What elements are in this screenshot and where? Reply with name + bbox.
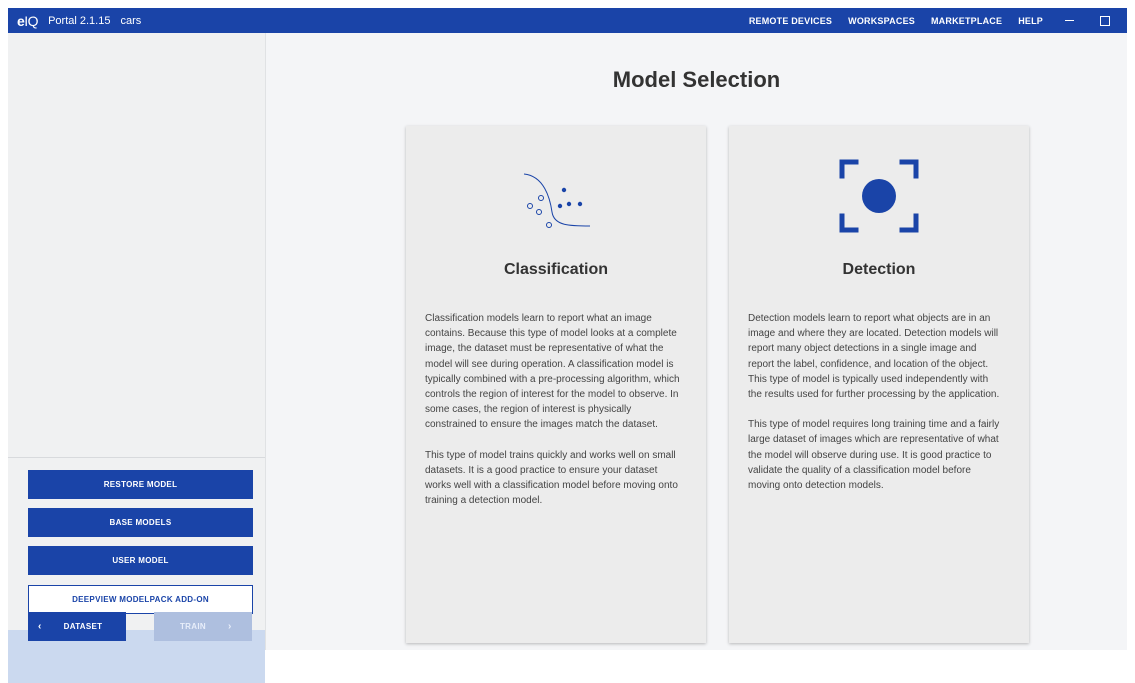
sidebar: RESTORE MODEL BASE MODELS USER MODEL DEE… (8, 33, 266, 683)
classification-description: Classification models learn to report wh… (425, 311, 680, 523)
eiq-logo: eIQ (17, 12, 39, 29)
classification-card[interactable]: Classification Classification models lea… (406, 126, 706, 643)
base-models-button[interactable]: BASE MODELS (28, 508, 253, 537)
classification-paragraph: This type of model trains quickly and wo… (425, 449, 678, 507)
page-title: Model Selection (612, 67, 781, 92)
detection-title: Detection (842, 261, 916, 278)
app-name: Portal 2.1.15 (48, 14, 111, 27)
nav-marketplace[interactable]: MARKETPLACE (931, 16, 1002, 26)
detection-paragraph: This type of model requires long trainin… (748, 419, 1000, 492)
main-content: Model Selection Classification Classific… (266, 33, 1127, 650)
user-model-button[interactable]: USER MODEL (28, 546, 253, 575)
restore-model-button[interactable]: RESTORE MODEL (28, 470, 253, 499)
nav-workspaces[interactable]: WORKSPACES (848, 16, 915, 26)
back-button-label: DATASET (63, 622, 103, 631)
sidebar-divider (8, 457, 265, 458)
back-to-dataset-button[interactable]: ‹ DATASET (28, 612, 126, 641)
nav-help[interactable]: HELP (1018, 16, 1043, 26)
classification-paragraph: Classification models learn to report wh… (425, 313, 680, 431)
chevron-right-icon: › (227, 621, 232, 632)
chevron-left-icon: ‹ (38, 621, 42, 632)
train-button[interactable]: TRAIN › (154, 612, 252, 641)
top-nav: REMOTE DEVICES WORKSPACES MARKETPLACE HE… (749, 8, 1127, 33)
project-name: cars (120, 14, 142, 27)
detection-description: Detection models learn to report what ob… (748, 311, 1003, 508)
maximize-icon (1100, 15, 1110, 26)
deepview-modelpack-addon-button[interactable]: DEEPVIEW MODELPACK ADD-ON (28, 585, 253, 614)
brand: eIQ Portal 2.1.15 cars (17, 13, 141, 29)
title-bar: eIQ Portal 2.1.15 cars REMOTE DEVICES WO… (8, 8, 1127, 33)
classification-title: Classification (503, 261, 609, 278)
train-button-label: TRAIN (180, 622, 206, 631)
detection-paragraph: Detection models learn to report what ob… (748, 313, 1000, 401)
detection-card[interactable]: Detection Detection models learn to repo… (729, 126, 1029, 643)
minimize-icon (1064, 20, 1074, 21)
minimize-button[interactable] (1059, 8, 1079, 33)
scatter-classification-icon (523, 173, 591, 228)
focus-target-icon (839, 159, 919, 233)
maximize-button[interactable] (1095, 8, 1115, 33)
nav-remote-devices[interactable]: REMOTE DEVICES (749, 16, 832, 26)
